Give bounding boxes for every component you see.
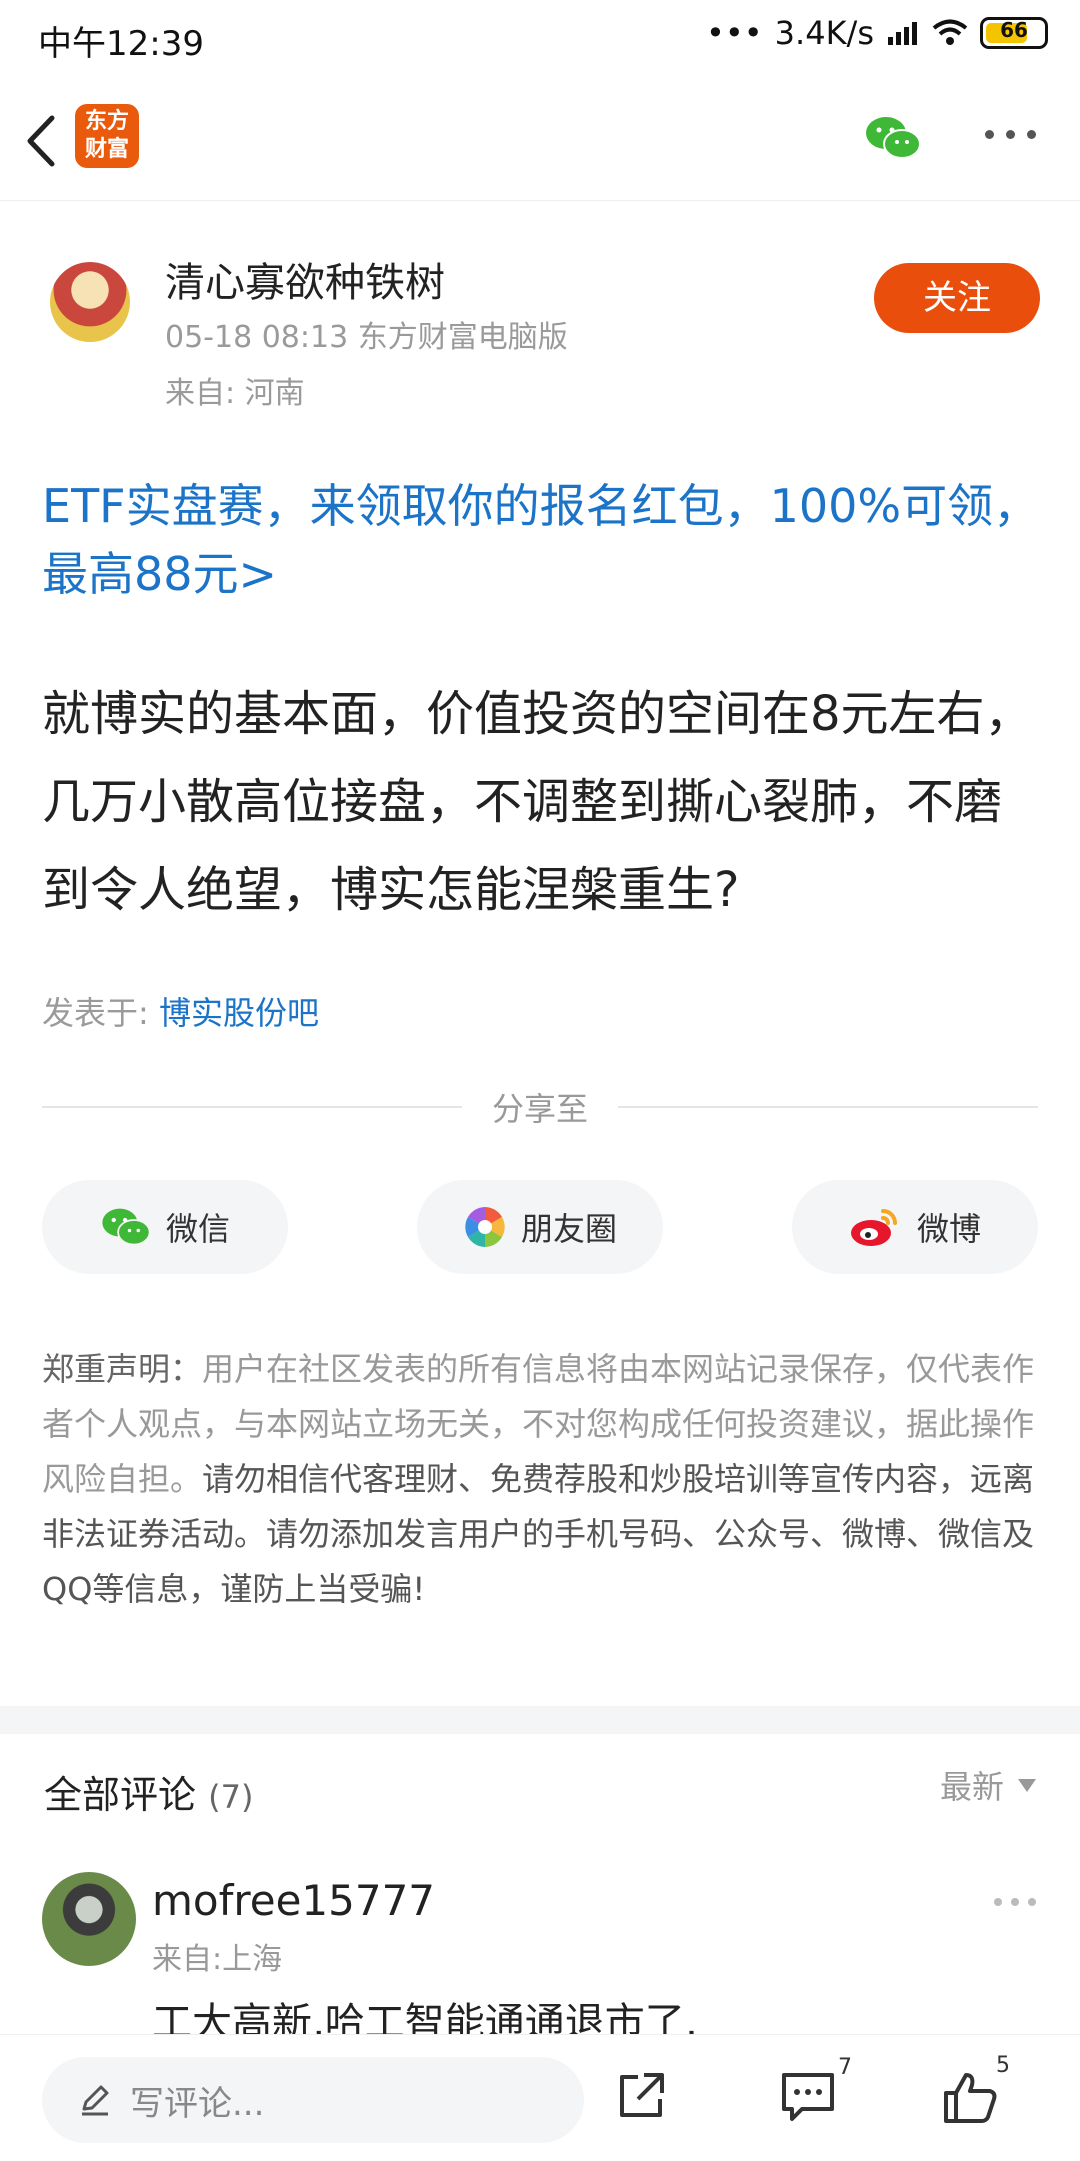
post-meta: 05-18 08:13 东方财富电脑版 — [165, 320, 568, 355]
pencil-icon — [82, 2085, 109, 2116]
share-moments-button[interactable]: 朋友圈 — [417, 1180, 663, 1274]
weibo-icon — [850, 1209, 897, 1246]
share-wechat-label: 微信 — [165, 1210, 230, 1248]
network-speed: 3.4K/s — [774, 14, 874, 52]
posted-in-prefix: 发表于: — [42, 994, 149, 1032]
promo-link[interactable]: ETF实盘赛，来领取你的报名红包，100%可领，最高88元> — [42, 472, 1042, 608]
comments-title-label: 全部评论 — [44, 1773, 197, 1817]
post-body: 就博实的基本面，价值投资的空间在8元左右，几万小散高位接盘，不调整到撕心裂肺，不… — [42, 686, 1033, 918]
battery-icon: 66 — [980, 17, 1048, 49]
logo-text-top: 东方 — [84, 109, 129, 134]
share-weibo-button[interactable]: 微博 — [792, 1180, 1038, 1274]
stock-bar-link[interactable]: 博实股份吧 — [159, 994, 319, 1032]
comments-sort-dropdown[interactable]: 最新 — [940, 1762, 1036, 1808]
disclaimer-head: 郑重声明： — [42, 1350, 203, 1388]
like-count-badge: 5 — [996, 2053, 1010, 2078]
share-weibo-label: 微博 — [916, 1210, 981, 1248]
like-icon[interactable] — [942, 2069, 998, 2125]
signal-dots-icon: ••• — [706, 14, 763, 52]
battery-level: 66 — [1000, 18, 1028, 42]
share-wechat-button[interactable]: 微信 — [42, 1180, 288, 1274]
status-bar: 中午12:39 ••• 3.4K/s 66 — [0, 0, 1080, 78]
disclaimer: 郑重声明：用户在社区发表的所有信息将由本网站记录保存，仅代表作者个人观点，与本网… — [42, 1342, 1042, 1617]
wechat-icon — [102, 1208, 151, 1246]
status-right: ••• 3.4K/s 66 — [706, 14, 1048, 52]
comment-icon[interactable] — [780, 2069, 836, 2123]
author-name[interactable]: 清心寡欲种铁树 — [165, 250, 445, 308]
logo-text-bottom: 财富 — [84, 137, 129, 162]
author-avatar[interactable] — [50, 262, 130, 342]
more-icon[interactable] — [985, 130, 1036, 139]
share-label: 分享至 — [491, 1090, 588, 1128]
section-divider — [0, 1706, 1080, 1734]
comment-count-badge: 7 — [838, 2055, 852, 2080]
commenter-name[interactable]: mofree15777 — [152, 1876, 435, 1925]
comments-count: (7) — [208, 1778, 254, 1816]
top-nav: 东方 财富 — [0, 78, 1080, 201]
status-time: 中午12:39 — [38, 24, 204, 64]
back-icon[interactable] — [22, 114, 58, 168]
wifi-icon — [932, 19, 968, 45]
share-moments-label: 朋友圈 — [520, 1210, 617, 1248]
comment-placeholder: 写评论... — [130, 2083, 265, 2124]
follow-button[interactable]: 关注 — [874, 263, 1040, 333]
comment-input[interactable]: 写评论... — [42, 2057, 584, 2143]
sort-label: 最新 — [939, 1768, 1004, 1806]
chevron-down-icon — [1018, 1778, 1036, 1792]
bottom-action-bar: 写评论... 7 5 — [0, 2034, 1080, 2161]
app-logo: 东方 财富 — [75, 104, 139, 168]
comment-more-icon[interactable] — [994, 1898, 1036, 1906]
posted-in: 发表于: 博实股份吧 — [42, 988, 319, 1034]
cell-signal-icon — [888, 22, 917, 45]
commenter-location: 来自:上海 — [152, 1942, 283, 1977]
moments-icon — [465, 1207, 505, 1247]
wechat-share-icon[interactable] — [864, 114, 922, 162]
comments-title: 全部评论 (7) — [44, 1764, 253, 1819]
commenter-avatar[interactable] — [42, 1872, 136, 1966]
share-icon[interactable] — [614, 2069, 668, 2123]
author-location: 来自: 河南 — [165, 376, 305, 411]
